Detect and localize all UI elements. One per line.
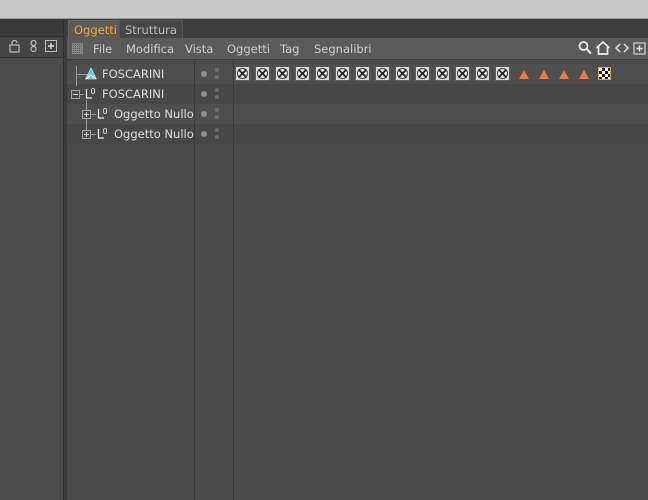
disabled-tag-icon[interactable] <box>475 66 490 81</box>
title-strip <box>0 0 648 19</box>
camera-target-icon <box>84 67 97 81</box>
menu-vista[interactable]: Vista <box>185 41 213 57</box>
disabled-tag-icon[interactable] <box>275 66 290 81</box>
object-name[interactable]: Oggetto Nullo <box>114 127 194 142</box>
search-icon[interactable] <box>578 40 592 56</box>
object-name[interactable]: Oggetto Nullo <box>114 107 194 122</box>
add-panel-icon[interactable] <box>45 39 57 53</box>
new-window-icon[interactable] <box>633 40 647 56</box>
disabled-tag-icon[interactable] <box>435 66 450 81</box>
disabled-tag-icon[interactable] <box>355 66 370 81</box>
editor-visibility-dot[interactable] <box>201 91 207 97</box>
svg-text:0: 0 <box>91 87 96 96</box>
menu-modifica[interactable]: Modifica <box>126 41 174 57</box>
disabled-tag-icon[interactable] <box>395 66 410 81</box>
menu-file[interactable]: File <box>93 41 112 57</box>
tree-line <box>79 94 84 95</box>
editor-visibility-dot[interactable] <box>201 111 207 117</box>
disabled-tag-icon[interactable] <box>375 66 390 81</box>
menu-oggetti[interactable]: Oggetti <box>227 41 270 57</box>
object-row-oggetto-nullo-2[interactable]: 0 Oggetto Nullo <box>67 124 194 144</box>
tree-line <box>91 134 96 135</box>
render-visibility-dot[interactable] <box>215 135 219 139</box>
menu-segnalibri[interactable]: Segnalibri <box>314 41 372 57</box>
grip-icon[interactable] <box>72 43 83 54</box>
render-visibility-dot[interactable] <box>215 88 219 92</box>
object-row-foscarini-camera[interactable]: FOSCARINI <box>67 64 194 84</box>
disabled-tag-icon[interactable] <box>415 66 430 81</box>
render-visibility-dot[interactable] <box>215 95 219 99</box>
tree-line <box>91 114 96 115</box>
svg-text:0: 0 <box>103 107 108 116</box>
disabled-tag-icon[interactable] <box>295 66 310 81</box>
warning-tag-icon[interactable] <box>539 70 549 79</box>
disabled-tag-icon[interactable] <box>255 66 270 81</box>
editor-visibility-dot[interactable] <box>201 71 207 77</box>
editor-visibility-dot[interactable] <box>201 131 207 137</box>
object-name[interactable]: FOSCARINI <box>102 67 164 82</box>
tags-column <box>234 60 648 90</box>
render-visibility-dot[interactable] <box>215 128 219 132</box>
expand-icon[interactable] <box>82 110 91 119</box>
expand-icon[interactable] <box>82 130 91 139</box>
render-visibility-dot[interactable] <box>215 108 219 112</box>
object-name-column: FOSCARINI 0 FOSCARINI 0 Oggetto Nullo 0 <box>67 60 195 500</box>
visibility-flags-column <box>195 60 234 500</box>
left-panel-header <box>0 19 63 37</box>
render-visibility-dot[interactable] <box>215 75 219 79</box>
home-icon[interactable] <box>595 40 611 56</box>
render-visibility-dot[interactable] <box>215 68 219 72</box>
menu-tag[interactable]: Tag <box>280 41 299 57</box>
disabled-tag-icon[interactable] <box>455 66 470 81</box>
null-object-icon: 0 <box>85 86 97 100</box>
render-visibility-dot[interactable] <box>215 115 219 119</box>
warning-tag-icon[interactable] <box>579 70 589 79</box>
disabled-tag-icon[interactable] <box>335 66 350 81</box>
object-row-foscarini-null[interactable]: 0 FOSCARINI <box>67 84 194 104</box>
link-icon[interactable] <box>28 39 39 53</box>
object-manager: FOSCARINI 0 FOSCARINI 0 Oggetto Nullo 0 <box>67 60 648 500</box>
object-row-oggetto-nullo-1[interactable]: 0 Oggetto Nullo <box>67 104 194 124</box>
warning-tag-icon[interactable] <box>519 70 529 79</box>
left-panel-toolbar <box>0 37 63 58</box>
disabled-tag-icon[interactable] <box>315 66 330 81</box>
tab-oggetti[interactable]: Oggetti <box>68 20 123 39</box>
warning-tag-icon[interactable] <box>559 70 569 79</box>
left-panel <box>0 19 63 500</box>
tab-bar: Oggetti Struttura <box>67 19 648 39</box>
disabled-tag-icon[interactable] <box>235 66 250 81</box>
checker-material-tag-icon[interactable] <box>598 67 611 80</box>
menu-bar: File Modifica Vista Oggetti Tag Segnalib… <box>67 38 648 60</box>
lock-icon[interactable] <box>9 39 20 53</box>
arrows-icon[interactable] <box>615 40 629 56</box>
tab-struttura[interactable]: Struttura <box>119 20 183 39</box>
null-object-icon: 0 <box>97 126 109 140</box>
object-name[interactable]: FOSCARINI <box>102 87 164 102</box>
disabled-tag-icon[interactable] <box>495 66 510 81</box>
null-object-icon: 0 <box>97 106 109 120</box>
svg-text:0: 0 <box>103 127 108 136</box>
